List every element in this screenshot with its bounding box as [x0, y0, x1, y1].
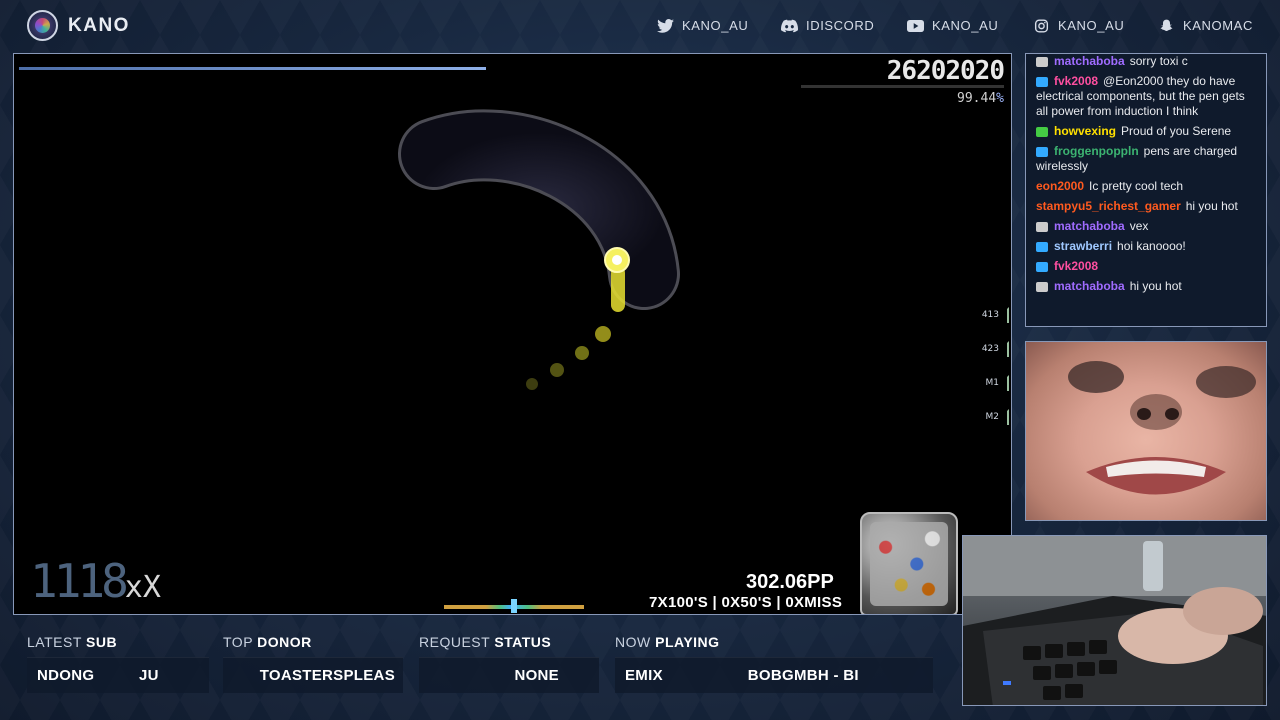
info-label: REQUEST STATUS: [419, 634, 552, 650]
combo-value: 1118: [30, 554, 129, 608]
info-label: LATEST SUB: [27, 634, 118, 650]
chat-text: hi you hot: [1129, 279, 1182, 293]
info-latest-sub: LATEST SUB NDONG JU: [27, 634, 209, 693]
follow-point: [550, 363, 564, 377]
social-label: IDISCORD: [806, 18, 875, 33]
combo-counter: 1118xX: [30, 554, 161, 608]
facecam-image: [1068, 361, 1256, 495]
social-snapchat[interactable]: KANOMAC: [1158, 18, 1253, 33]
chat-username[interactable]: matchaboba: [1054, 279, 1125, 293]
latest-sub-value: NDONG JU: [27, 657, 209, 693]
hit-judgements: 7X100'S | 0X50'S | 0XMISS: [649, 594, 843, 611]
combo-suffix: X: [142, 570, 161, 605]
follow-point: [575, 346, 589, 360]
top-bar: KANO KANO_AU IDISCORD KANO_AU KANO_AU KA…: [0, 0, 1280, 52]
key-m1: M1: [977, 366, 1011, 400]
chat-message: fvk2008: [1036, 259, 1260, 274]
chat-badge-icon: [1036, 261, 1048, 272]
chat-username[interactable]: fvk2008: [1054, 259, 1098, 273]
chat-list: matchaboba sorry toxi c fvk2008 @Eon2000 th…: [1036, 54, 1260, 294]
chat-username[interactable]: strawberri: [1054, 239, 1112, 253]
info-label: TOP DONOR: [223, 634, 312, 650]
key-k1: 413: [977, 298, 1011, 332]
chat-message: fvk2008 @Eon2000 they do have electrical …: [1036, 74, 1260, 119]
chat-badge-icon: [1036, 146, 1048, 157]
social-label: KANOMAC: [1183, 18, 1253, 33]
chat-badge-icon: [1036, 56, 1048, 67]
info-request-status: REQUEST STATUS NONE: [419, 634, 599, 693]
chat-message: matchaboba sorry toxi c: [1036, 54, 1260, 69]
chat-badge-icon: [1036, 126, 1048, 137]
instagram-icon: [1034, 18, 1049, 33]
combo-x: x: [124, 570, 143, 605]
social-discord[interactable]: IDISCORD: [781, 18, 874, 33]
social-label: KANO_AU: [932, 18, 999, 33]
chat-message: matchaboba vex: [1036, 219, 1260, 234]
chat-message: froggenpoppln pens are charged wirelessly: [1036, 144, 1260, 174]
follow-point: [595, 326, 611, 342]
info-label: NOW PLAYING: [615, 634, 720, 650]
request-status-value: NONE: [419, 657, 599, 693]
now-playing-value: EMIX BOBGMBH - BI: [615, 657, 933, 693]
chat-message: matchaboba hi you hot: [1036, 279, 1260, 294]
chat-message: strawberri hoi kanoooo!: [1036, 239, 1260, 254]
candy-jar-image: [860, 512, 958, 614]
chat-badge-icon: [1036, 76, 1048, 87]
chat-message: eon2000 Ic pretty cool tech: [1036, 179, 1260, 194]
handcam: [962, 535, 1267, 706]
discord-icon: [781, 19, 798, 32]
key-k2: 423: [977, 332, 1011, 366]
chat-badge-icon: [1036, 221, 1048, 232]
snapchat-icon: [1160, 19, 1173, 31]
info-now-playing: NOW PLAYING EMIX BOBGMBH - BI: [615, 634, 933, 693]
twitter-icon: [657, 18, 674, 33]
song-progress-marker: [511, 599, 517, 613]
chat-text: Proud of you Serene: [1121, 124, 1232, 138]
chat-username[interactable]: fvk2008: [1054, 74, 1098, 88]
chat-text: Ic pretty cool tech: [1089, 179, 1184, 193]
top-donor-value: TOASTERSPLEAS: [223, 657, 403, 693]
chat-username[interactable]: matchaboba: [1054, 219, 1125, 233]
chat-text: hoi kanoooo!: [1117, 239, 1186, 253]
follow-point: [526, 378, 538, 390]
chat-username[interactable]: stampyu5_richest_gamer: [1036, 199, 1181, 213]
social-twitter[interactable]: KANO_AU: [657, 18, 748, 33]
pp-counter: 302.06PP: [746, 571, 834, 593]
facecam: [1025, 341, 1267, 521]
chat-text: vex: [1129, 219, 1149, 233]
chat-badge-icon: [1036, 241, 1048, 252]
chat-username[interactable]: froggenpoppln: [1054, 144, 1139, 158]
info-top-donor: TOP DONOR TOASTERSPLEAS: [223, 634, 403, 693]
brand: KANO: [27, 10, 130, 41]
key-m2: M2: [977, 400, 1011, 434]
chat-text: hi you hot: [1185, 199, 1238, 213]
chat-badge-icon: [1036, 281, 1048, 292]
game-panel[interactable]: 26202020 99.44% 413 423 M1 M2 1118xX 302…: [13, 53, 1012, 615]
chat-panel[interactable]: matchaboba sorry toxi c fvk2008 @Eon2000 th…: [1025, 53, 1267, 327]
social-label: KANO_AU: [1058, 18, 1125, 33]
social-instagram[interactable]: KANO_AU: [1033, 18, 1124, 33]
social-youtube[interactable]: KANO_AU: [907, 18, 998, 33]
brand-logo-icon: [27, 10, 58, 41]
chat-username[interactable]: matchaboba: [1054, 54, 1125, 68]
handcam-image: [963, 536, 1266, 705]
youtube-icon: [907, 19, 924, 32]
social-label: KANO_AU: [682, 18, 749, 33]
chat-username[interactable]: howvexing: [1054, 124, 1116, 138]
brand-name: KANO: [68, 14, 130, 36]
chat-username[interactable]: eon2000: [1036, 179, 1084, 193]
chat-message: stampyu5_richest_gamer hi you hot: [1036, 199, 1260, 214]
chat-text: sorry toxi c: [1129, 54, 1188, 68]
chat-message: howvexing Proud of you Serene: [1036, 124, 1260, 139]
key-overlay: 413 423 M1 M2: [977, 298, 1011, 434]
